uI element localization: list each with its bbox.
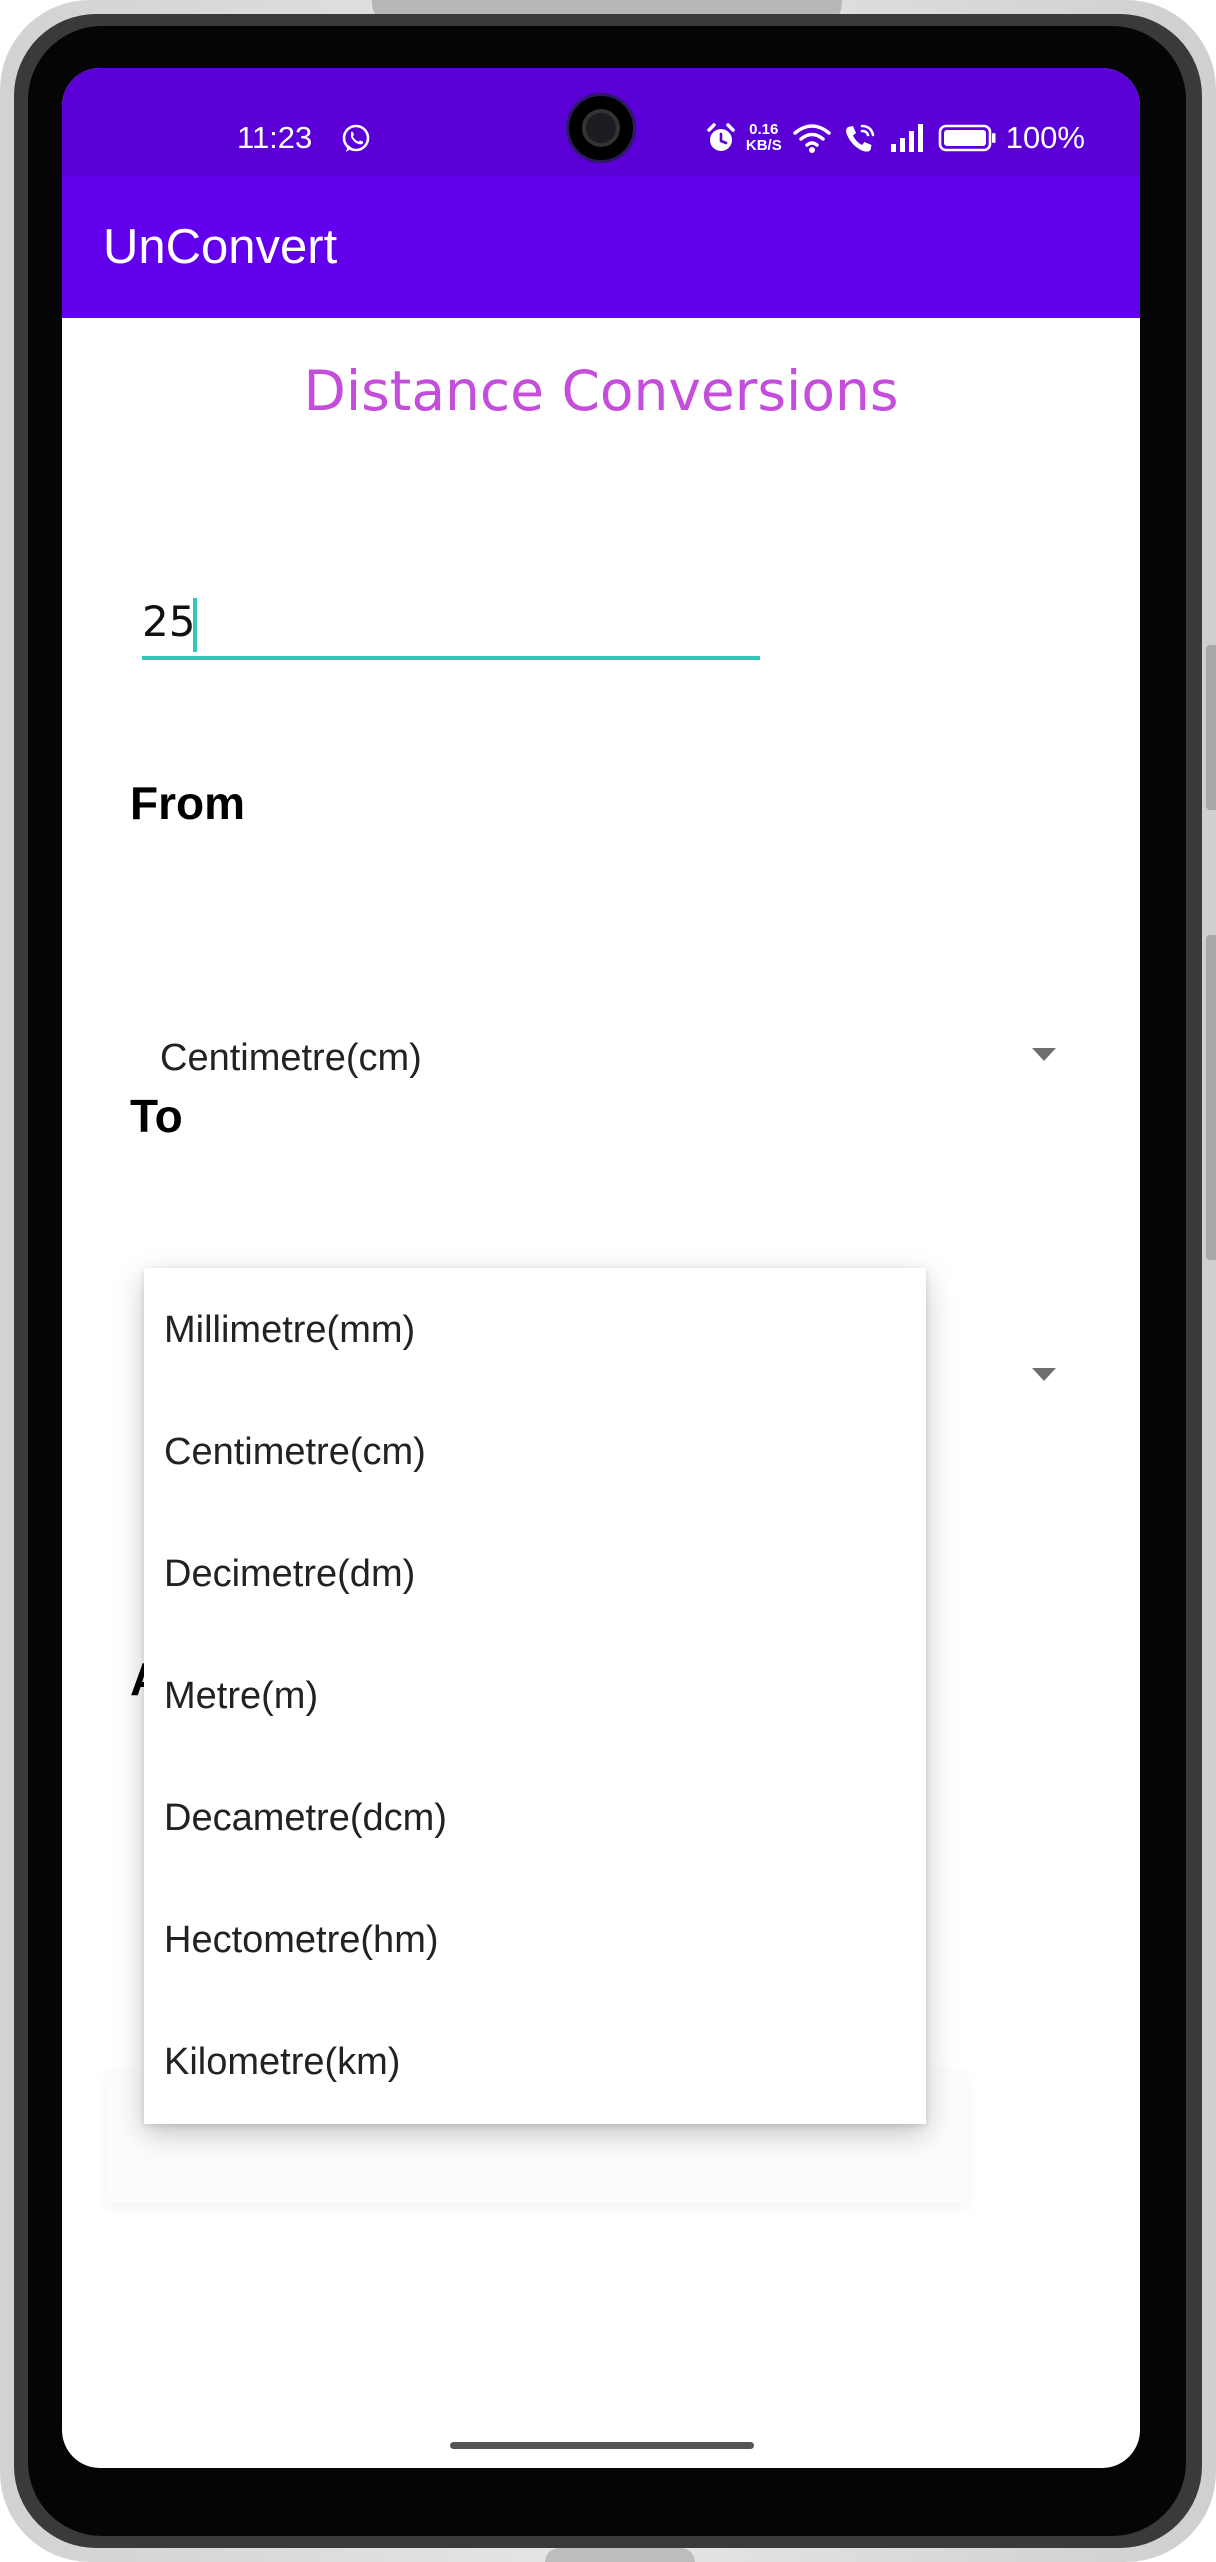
menu-item-decametre[interactable]: Decametre(dcm) [144,1756,926,1878]
chevron-down-icon [1032,1368,1056,1381]
text-caret [193,598,197,652]
status-bar: 11:23 0.16 KB/S 100% [62,68,1140,176]
from-unit-selected: Centimetre(cm) [160,1037,422,1079]
net-speed: 0.16 KB/S [746,122,782,154]
battery-percent: 100% [1005,120,1085,155]
status-time: 11:23 [237,120,313,155]
power-key [1206,935,1216,1260]
menu-item-decimetre[interactable]: Decimetre(dm) [144,1512,926,1634]
net-speed-value: 0.16 [749,121,779,138]
phone-frame: 11:23 0.16 KB/S 100% UnConvert Distance … [0,0,1216,2562]
menu-item-label: Millimetre(mm) [164,1309,416,1351]
menu-item-label: Centimetre(cm) [164,1431,426,1473]
battery-icon [938,124,996,152]
menu-item-kilometre[interactable]: Kilometre(km) [144,2000,926,2122]
menu-item-label: Decametre(dcm) [164,1797,447,1839]
menu-item-millimetre[interactable]: Millimetre(mm) [144,1268,926,1390]
wifi-calling-icon [845,124,875,152]
menu-item-centimetre[interactable]: Centimetre(cm) [144,1390,926,1512]
home-indicator[interactable] [450,2442,754,2449]
menu-item-label: Metre(m) [164,1675,319,1717]
whatsapp-icon [342,124,370,152]
volume-key [1206,645,1216,810]
chevron-down-icon [1032,1048,1056,1061]
app-bar: UnConvert [62,176,1140,318]
menu-item-label: Kilometre(km) [164,2041,401,2083]
from-label: From [130,777,245,829]
front-camera-icon [569,96,633,160]
signal-icon [890,124,923,152]
menu-item-hectometre[interactable]: Hectometre(hm) [144,1878,926,2000]
net-speed-unit: KB/S [745,137,782,154]
app-screen: 11:23 0.16 KB/S 100% UnConvert Distance … [62,68,1140,2468]
page-title: Distance Conversions [303,359,899,423]
amount-input[interactable] [142,586,760,660]
phone-bottom-edge [545,2548,695,2562]
status-icons: 0.16 KB/S 100% [706,118,1085,158]
from-unit-dropdown[interactable]: Centimetre(cm) [144,1016,1084,1096]
unit-dropdown-menu: Millimetre(mm) Centimetre(cm) Decimetre(… [144,1268,926,2124]
to-label: To [130,1090,183,1142]
wifi-icon [792,124,831,153]
menu-item-label: Hectometre(hm) [164,1919,439,1961]
alarm-icon [707,123,735,151]
app-title: UnConvert [103,220,338,274]
menu-item-metre[interactable]: Metre(m) [144,1634,926,1756]
menu-item-label: Decimetre(dm) [164,1553,416,1595]
